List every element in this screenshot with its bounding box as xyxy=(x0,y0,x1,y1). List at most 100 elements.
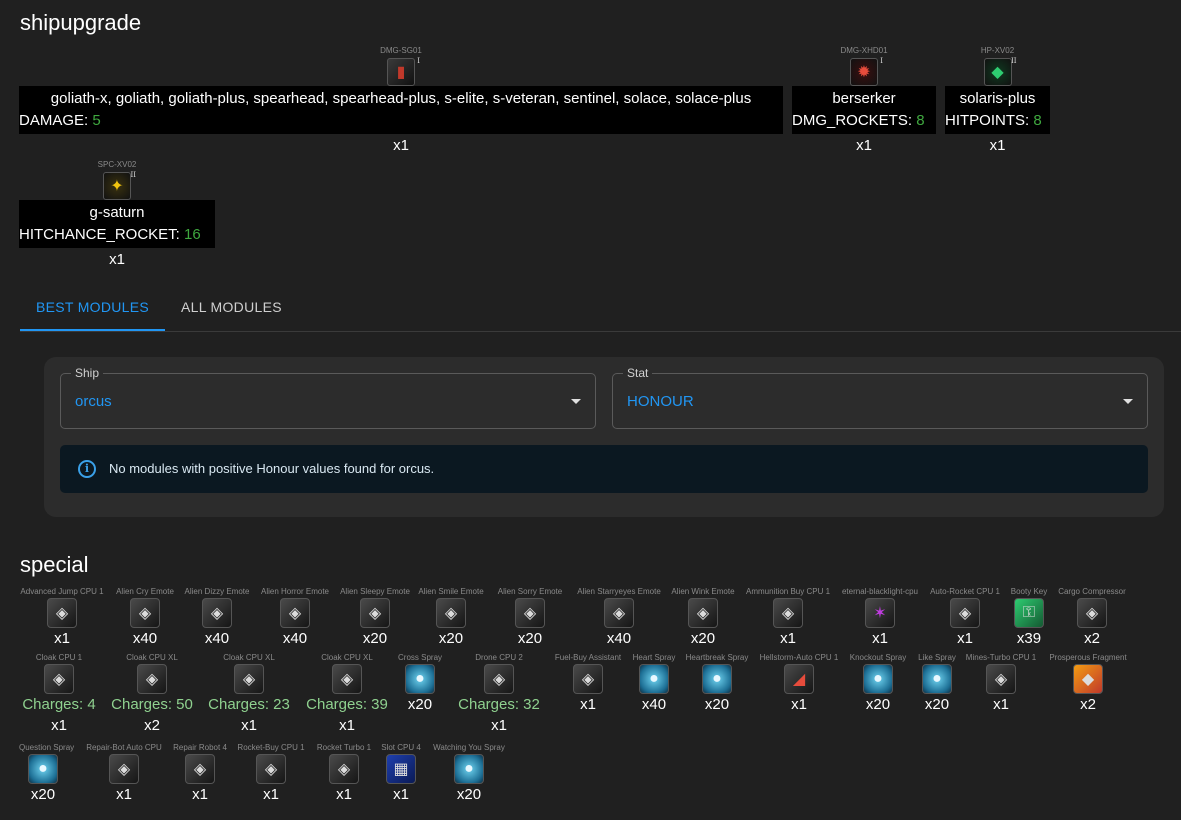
special-item-qty: x1 xyxy=(393,786,409,803)
repair-bot-cpu-icon: ◈ xyxy=(109,754,139,784)
blacklight-cpu-icon: ✶ xyxy=(865,598,895,628)
special-item-qty: x1 xyxy=(192,786,208,803)
upgrade-qty: x1 xyxy=(393,137,409,154)
special-item-qty: x1 xyxy=(54,630,70,647)
special-item-charges: Charges: 32 xyxy=(458,696,540,713)
special-item-name: Knockout Spray xyxy=(849,653,907,662)
auto-rocket-cpu-icon: ◈ xyxy=(950,598,980,628)
cloak-cpu-xl-icon: ◈ xyxy=(137,664,167,694)
special-item-name: Mines-Turbo CPU 1 xyxy=(965,653,1037,662)
special-item-name: Prosperous Fragment xyxy=(1049,653,1127,662)
special-item: Alien Starryeyes Emote ◈ x40 xyxy=(573,587,665,647)
jump-cpu-icon: ◈ xyxy=(47,598,77,628)
special-item-name: Heartbreak Spray xyxy=(685,653,749,662)
special-item-name: Like Spray xyxy=(918,653,956,662)
special-item-qty: x1 xyxy=(263,786,279,803)
upgrade-stat: DMG_ROCKETS: 8 xyxy=(792,112,925,129)
special-item-qty: x39 xyxy=(1016,630,1042,647)
stat-select[interactable]: Stat HONOUR xyxy=(612,366,1148,429)
special-item: Rocket-Buy CPU 1 ◈ x1 xyxy=(236,743,306,803)
dropdown-arrow-icon[interactable] xyxy=(1123,399,1133,404)
upgrade-card: DMG-SG01 ▮ I goliath-x, goliath, goliath… xyxy=(19,46,783,154)
special-item-name: Alien Wink Emote xyxy=(671,587,735,596)
special-item: Like Spray ● x20 xyxy=(914,653,960,713)
special-item-charges: Charges: 50 xyxy=(111,696,193,713)
upgrade-code: DMG-XHD01 xyxy=(840,46,888,55)
special-item-qty: x1 xyxy=(780,630,796,647)
slot-cpu-icon: ▦ xyxy=(386,754,416,784)
upgrade-stat: HITPOINTS: 8 xyxy=(945,112,1042,129)
upgrade-card: SPC-XV02 ✦ II g-saturn HITCHANCE_ROCKET:… xyxy=(19,160,215,268)
special-item-name: eternal-blacklight-cpu xyxy=(841,587,919,596)
upgrade-qty: x1 xyxy=(989,137,1006,154)
upgrade-stat: DAMAGE: 5 xyxy=(19,112,101,129)
upgrade-code: HP-XV02 xyxy=(980,46,1015,55)
special-item-qty: x1 xyxy=(339,717,355,734)
special-heading: special xyxy=(20,552,89,577)
info-alert: i No modules with positive Honour values… xyxy=(60,445,1148,493)
upgrade-code: SPC-XV02 xyxy=(97,160,137,169)
special-item: Cloak CPU 1 ◈ Charges: 4 x1 xyxy=(19,653,99,734)
cloak-cpu-xl-icon: ◈ xyxy=(234,664,264,694)
upgrade-card: HP-XV02 ◆ II solaris-plus HITPOINTS: 8 x… xyxy=(945,46,1050,154)
ship-select-label: Ship xyxy=(71,366,104,380)
alien-dizzy-icon: ◈ xyxy=(202,598,232,628)
special-item-name: Alien Cry Emote xyxy=(116,587,174,596)
special-item: eternal-blacklight-cpu ✶ x1 xyxy=(840,587,920,647)
ship-select[interactable]: Ship orcus xyxy=(60,366,596,429)
alien-sleepy-icon: ◈ xyxy=(360,598,390,628)
special-item: Watching You Spray ● x20 xyxy=(430,743,508,803)
info-message: No modules with positive Honour values f… xyxy=(109,461,435,476)
alien-smile-icon: ◈ xyxy=(436,598,466,628)
alien-horror-icon: ◈ xyxy=(280,598,310,628)
special-item-name: Drone CPU 2 xyxy=(475,653,523,662)
alien-starryeyes-icon: ◈ xyxy=(604,598,634,628)
special-item-name: Advanced Jump CPU 1 xyxy=(20,587,104,596)
special-item-name: Heart Spray xyxy=(632,653,676,662)
special-item: Alien Smile Emote ◈ x20 xyxy=(418,587,484,647)
red-canister-icon: ▮ I xyxy=(387,57,420,86)
upgrade-qty: x1 xyxy=(109,251,125,268)
special-item-qty: x40 xyxy=(641,696,667,713)
alien-wink-icon: ◈ xyxy=(688,598,718,628)
cloak-cpu-xl-icon: ◈ xyxy=(332,664,362,694)
special-item-qty: x1 xyxy=(241,717,257,734)
special-item-name: Repair Robot 4 xyxy=(173,743,227,752)
special-item: Heart Spray ● x40 xyxy=(630,653,678,713)
fuel-buy-icon: ◈ xyxy=(573,664,603,694)
dropdown-arrow-icon[interactable] xyxy=(571,399,581,404)
special-item-qty: x1 xyxy=(872,630,888,647)
special-item-name: Hellstorm-Auto CPU 1 xyxy=(759,653,839,662)
prosperous-fragment-icon: ◆ xyxy=(1073,664,1103,694)
special-item-qty: x40 xyxy=(204,630,230,647)
heartbreak-spray-icon: ● xyxy=(702,664,732,694)
stat-select-value: HONOUR xyxy=(627,393,694,410)
special-item: Repair-Bot Auto CPU ◈ x1 xyxy=(84,743,164,803)
booty-key-icon: ⚿ xyxy=(1014,598,1044,628)
special-item-name: Alien Dizzy Emote xyxy=(184,587,250,596)
special-item-name: Ammunition Buy CPU 1 xyxy=(745,587,831,596)
alien-sorry-icon: ◈ xyxy=(515,598,545,628)
tab-best-modules[interactable]: BEST MODULES xyxy=(20,285,166,331)
hellstorm-cpu-icon: ◢ xyxy=(784,664,814,694)
shipupgrade-heading: shipupgrade xyxy=(20,10,142,35)
special-item-qty: x20 xyxy=(438,630,464,647)
tab-all-modules[interactable]: ALL MODULES xyxy=(165,285,298,331)
mines-turbo-cpu-icon: ◈ xyxy=(986,664,1016,694)
special-item-name: Rocket-Buy CPU 1 xyxy=(237,743,305,752)
special-item-qty: x1 xyxy=(791,696,807,713)
alien-cry-icon: ◈ xyxy=(130,598,160,628)
special-item: Advanced Jump CPU 1 ◈ x1 xyxy=(19,587,105,647)
special-item: Alien Sleepy Emote ◈ x20 xyxy=(337,587,413,647)
special-item: Alien Cry Emote ◈ x40 xyxy=(112,587,178,647)
special-item-qty: x1 xyxy=(580,696,596,713)
special-item-name: Slot CPU 4 xyxy=(381,743,421,752)
special-item-name: Booty Key xyxy=(1010,587,1048,596)
upgrade-stat: HITCHANCE_ROCKET: 16 xyxy=(19,226,201,243)
special-item: Cargo Compressor ◈ x2 xyxy=(1056,587,1128,647)
special-item-charges: Charges: 4 xyxy=(22,696,96,713)
special-item: Knockout Spray ● x20 xyxy=(847,653,909,713)
special-item: Mines-Turbo CPU 1 ◈ x1 xyxy=(963,653,1039,713)
special-item-qty: x2 xyxy=(1084,630,1100,647)
special-item: Alien Horror Emote ◈ x40 xyxy=(257,587,333,647)
